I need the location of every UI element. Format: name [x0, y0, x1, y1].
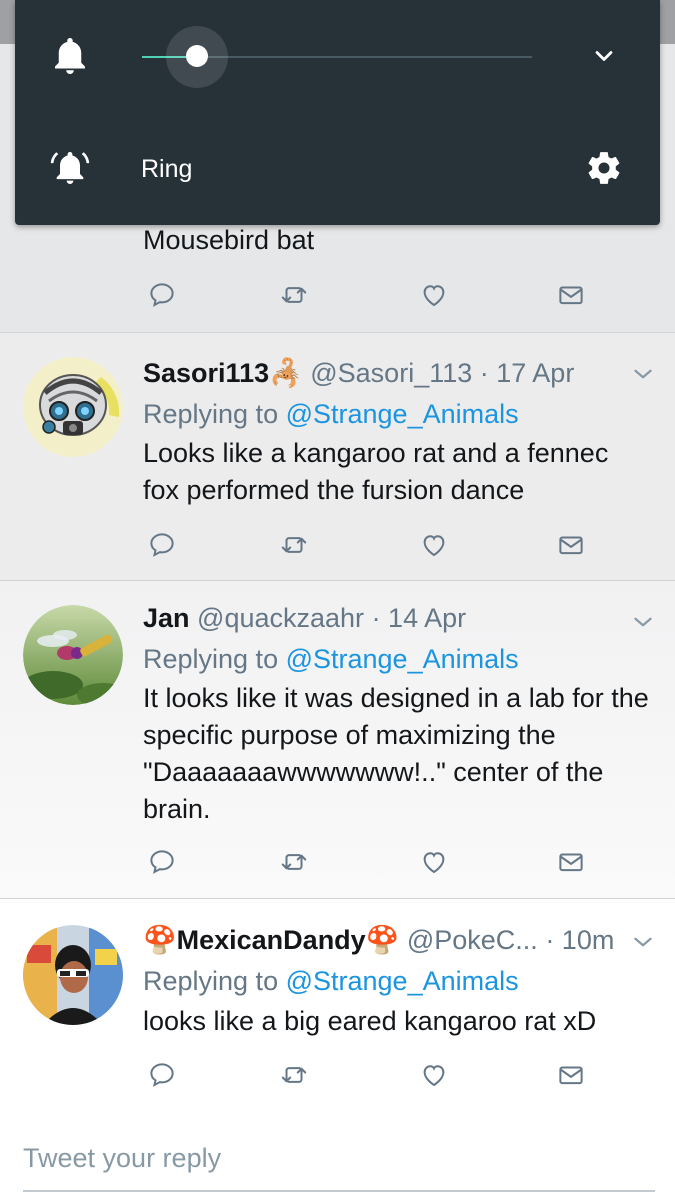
replying-to: Replying to @Strange_Animals	[143, 644, 519, 675]
tweet-actions	[143, 528, 603, 562]
tweet-text: It looks like it was designed in a lab f…	[143, 683, 649, 824]
chevron-down-icon[interactable]	[630, 361, 656, 387]
retweet-icon[interactable]	[277, 528, 311, 562]
tweet-actions	[143, 1058, 603, 1092]
tweet-text: looks like a big eared kangaroo rat xD	[143, 1006, 597, 1036]
retweet-icon[interactable]	[277, 1058, 311, 1092]
tweet-header: 🍄MexicanDandy🍄 @PokeC... · 10m	[143, 924, 614, 956]
ringer-mode-label: Ring	[141, 155, 193, 183]
direct-message-icon[interactable]	[554, 528, 588, 562]
bell-icon[interactable]	[50, 36, 90, 76]
replying-prefix: Replying to	[143, 966, 286, 996]
display-name[interactable]: Sasori113	[143, 358, 269, 388]
tweet-text: Mousebird bat	[143, 225, 315, 255]
handle[interactable]: @Sasori_113	[310, 358, 472, 388]
handle[interactable]: @PokeC...	[407, 925, 538, 955]
replying-to: Replying to @Strange_Animals	[143, 966, 519, 997]
reply-compose	[23, 1130, 655, 1192]
volume-slider[interactable]	[142, 26, 532, 88]
name-emoji: 🍄	[143, 925, 177, 955]
tweet-text: Looks like a kangaroo rat and a fennec f…	[143, 438, 609, 505]
reply-icon[interactable]	[145, 845, 179, 879]
ringing-bell-icon[interactable]	[50, 148, 90, 188]
replying-prefix: Replying to	[143, 399, 286, 429]
avatar[interactable]	[23, 357, 123, 457]
like-heart-icon[interactable]	[417, 1058, 451, 1092]
direct-message-icon[interactable]	[554, 1058, 588, 1092]
chevron-down-icon[interactable]	[630, 609, 656, 635]
tweet-actions	[143, 845, 603, 879]
direct-message-icon[interactable]	[554, 845, 588, 879]
timestamp[interactable]: · 10m	[545, 925, 614, 955]
mention-link[interactable]: @Strange_Animals	[286, 966, 519, 996]
retweet-icon[interactable]	[277, 278, 311, 312]
name-emoji: 🦂	[269, 358, 303, 388]
avatar[interactable]	[23, 925, 123, 1025]
reply-icon[interactable]	[145, 528, 179, 562]
display-name[interactable]: Jan	[143, 603, 190, 633]
tweet-card[interactable]: Jan @quackzaahr · 14 Apr Replying to @St…	[0, 580, 675, 898]
tweet-header: Jan @quackzaahr · 14 Apr	[143, 603, 466, 634]
reply-icon[interactable]	[145, 1058, 179, 1092]
reply-icon[interactable]	[145, 278, 179, 312]
like-heart-icon[interactable]	[417, 528, 451, 562]
avatar[interactable]	[23, 605, 123, 705]
tweet-card[interactable]: Sasori113🦂 @Sasori_113 · 17 Apr Replying…	[0, 332, 675, 580]
like-heart-icon[interactable]	[417, 845, 451, 879]
name-emoji: 🍄	[365, 925, 400, 955]
replying-prefix: Replying to	[143, 644, 286, 674]
mention-link[interactable]: @Strange_Animals	[286, 644, 519, 674]
volume-slider-thumb[interactable]	[186, 45, 208, 67]
tweet-reply-input[interactable]	[23, 1130, 655, 1186]
retweet-icon[interactable]	[277, 845, 311, 879]
display-name[interactable]: MexicanDandy	[177, 925, 366, 955]
replying-to: Replying to @Strange_Animals	[143, 399, 519, 430]
chevron-down-icon[interactable]	[630, 929, 656, 955]
chevron-down-icon[interactable]	[584, 36, 624, 76]
handle[interactable]: @quackzaahr	[197, 603, 364, 633]
timestamp[interactable]: · 17 Apr	[480, 358, 575, 388]
volume-panel: Ring	[15, 0, 660, 225]
like-heart-icon[interactable]	[417, 278, 451, 312]
gear-icon[interactable]	[584, 148, 624, 188]
direct-message-icon[interactable]	[554, 278, 588, 312]
timestamp[interactable]: · 14 Apr	[372, 603, 467, 633]
mention-link[interactable]: @Strange_Animals	[286, 399, 519, 429]
tweet-header: Sasori113🦂 @Sasori_113 · 17 Apr	[143, 357, 574, 389]
tweet-card[interactable]: 🍄MexicanDandy🍄 @PokeC... · 10m Replying …	[0, 898, 675, 1111]
tweet-actions	[143, 278, 603, 312]
